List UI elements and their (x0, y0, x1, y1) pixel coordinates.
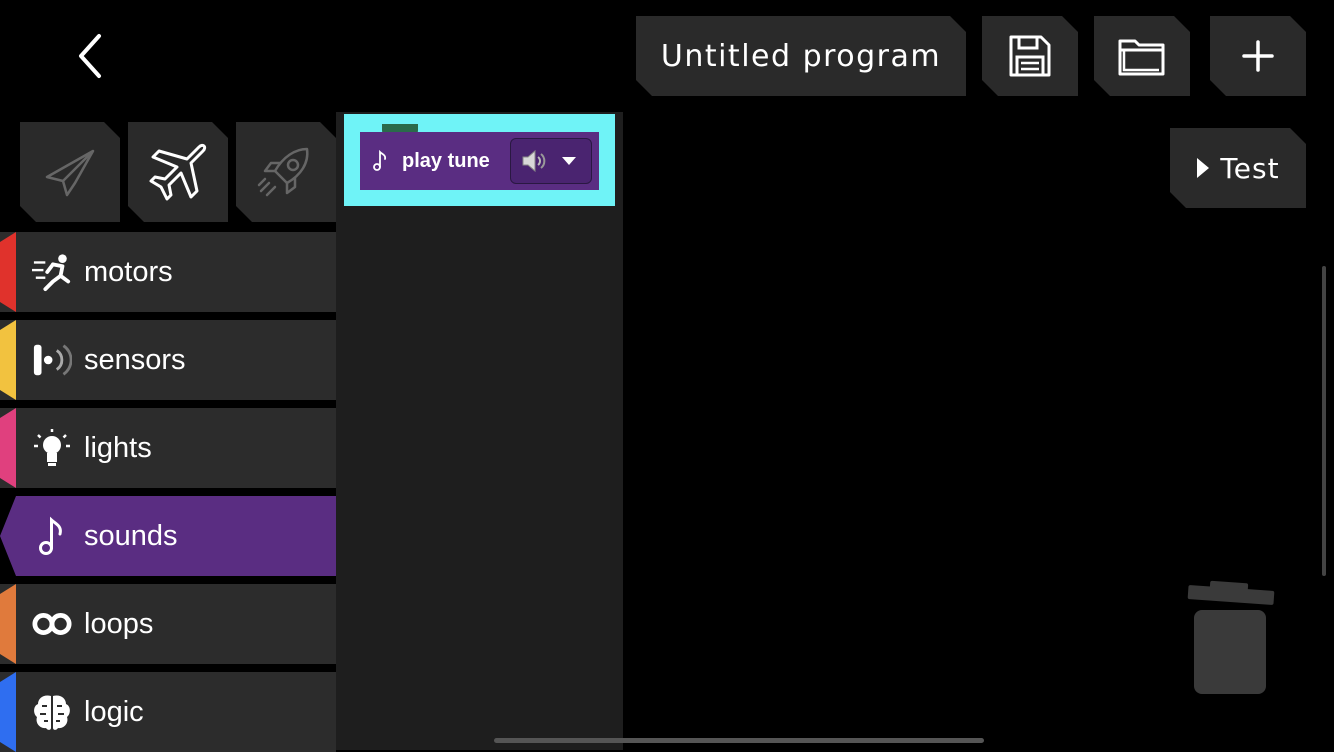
speaker-icon (522, 149, 546, 173)
chevron-down-icon (562, 157, 576, 165)
music-note-icon (373, 150, 387, 171)
block-label: play tune (402, 149, 490, 172)
category-color-stripe (0, 408, 16, 488)
category-label: logic (84, 695, 144, 728)
category-label: sounds (84, 519, 178, 552)
category-logic[interactable]: logic (0, 672, 336, 752)
test-button[interactable]: Test (1170, 128, 1306, 208)
back-button[interactable] (60, 26, 120, 86)
save-button[interactable] (982, 16, 1078, 96)
music-note-icon (32, 516, 72, 556)
tune-dropdown[interactable] (510, 138, 592, 184)
vehicle-paper-plane-button[interactable] (20, 122, 120, 222)
category-color-stripe (0, 232, 16, 312)
running-figure-icon (32, 252, 72, 292)
vehicle-airplane-button[interactable] (128, 122, 228, 222)
vehicle-rocket-button[interactable] (236, 122, 336, 222)
brain-icon (32, 692, 72, 732)
vertical-scrollbar[interactable] (1322, 266, 1326, 576)
test-label: Test (1220, 151, 1280, 185)
program-title: Untitled program (660, 38, 942, 74)
new-program-button[interactable] (1210, 16, 1306, 96)
folder-icon (1117, 35, 1167, 77)
chevron-left-icon (79, 34, 101, 78)
floppy-disk-icon (1007, 33, 1053, 79)
light-bulb-icon (32, 428, 72, 468)
category-label: lights (84, 431, 152, 464)
infinity-loop-icon (32, 604, 72, 644)
sensor-wave-icon (32, 340, 72, 380)
category-color-stripe (0, 320, 16, 400)
trash-can-icon[interactable] (1186, 578, 1276, 698)
category-label: sensors (84, 343, 186, 376)
program-title-button[interactable]: Untitled program (636, 16, 966, 96)
category-motors[interactable]: motors (0, 232, 336, 312)
airplane-icon (147, 141, 209, 203)
category-loops[interactable]: loops (0, 584, 336, 664)
plus-icon (1241, 39, 1275, 73)
category-lights[interactable]: lights (0, 408, 336, 488)
category-color-stripe (0, 672, 16, 752)
category-sensors[interactable]: sensors (0, 320, 336, 400)
paper-plane-icon (41, 143, 99, 201)
category-color-stripe (0, 584, 16, 664)
block-flyout-panel (336, 112, 623, 750)
play-tune-block[interactable]: play tune (360, 132, 599, 190)
category-sounds[interactable]: sounds (0, 496, 336, 576)
category-label: loops (84, 607, 154, 640)
open-folder-button[interactable] (1094, 16, 1190, 96)
play-triangle-icon (1196, 157, 1210, 179)
horizontal-scrollbar[interactable] (494, 738, 984, 743)
category-label: motors (84, 255, 173, 288)
rocket-icon (257, 143, 315, 201)
